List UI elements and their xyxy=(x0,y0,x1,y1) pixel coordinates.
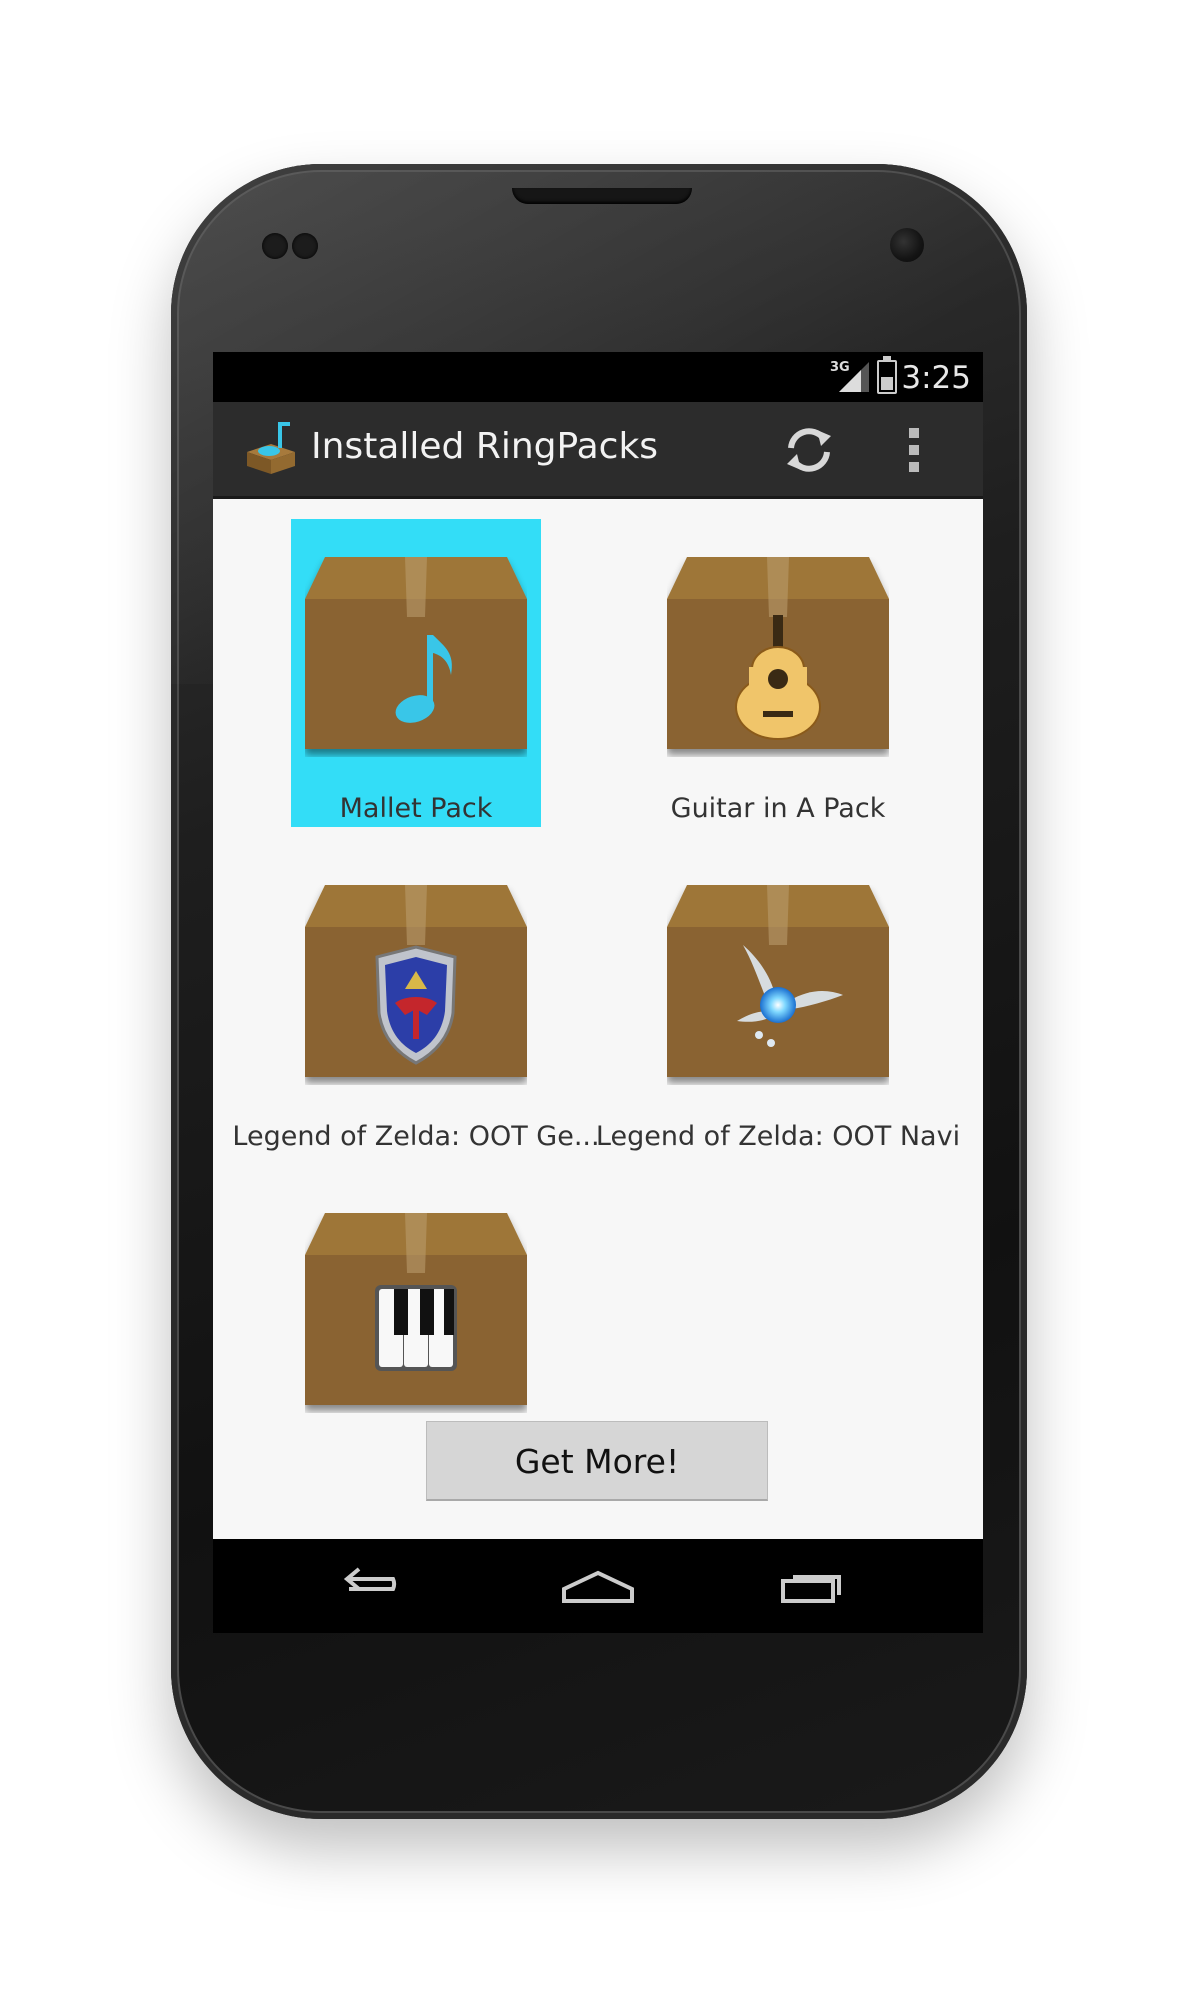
screen: 3G 3:25 Installed RingPacks Mallet Pack … xyxy=(213,352,983,1633)
ringpack-box xyxy=(305,557,527,749)
app-logo-icon[interactable] xyxy=(241,418,301,478)
status-time: 3:25 xyxy=(901,360,971,396)
signal-icon xyxy=(839,362,869,392)
navigation-bar xyxy=(213,1539,983,1633)
ringpack-label: Legend of Zelda: OOT Navi xyxy=(595,1121,961,1152)
ringpack-box xyxy=(305,1213,527,1405)
battery-icon xyxy=(877,360,897,394)
ringpack-label: Legend of Zelda: OOT Ge... xyxy=(232,1121,600,1152)
ringpack-item-guitar-pack[interactable]: Guitar in A Pack xyxy=(653,519,903,827)
page-title: Installed RingPacks xyxy=(311,426,659,467)
get-more-button[interactable]: Get More! xyxy=(426,1421,768,1501)
action-bar: Installed RingPacks xyxy=(213,402,983,499)
proximity-sensor xyxy=(262,233,288,259)
ringpack-grid: Mallet Pack Guitar in A Pack Legend of Z… xyxy=(213,499,983,1539)
ringpack-label: Guitar in A Pack xyxy=(670,793,886,824)
status-bar: 3G 3:25 xyxy=(213,352,983,402)
overflow-menu-icon[interactable] xyxy=(899,422,929,478)
ringpack-box xyxy=(667,557,889,749)
ringpack-box xyxy=(305,885,527,1077)
recents-icon[interactable] xyxy=(773,1559,853,1615)
refresh-icon[interactable] xyxy=(781,422,837,478)
home-icon[interactable] xyxy=(558,1559,638,1615)
ringpack-box xyxy=(667,885,889,1077)
earpiece-speaker xyxy=(512,188,692,204)
ringpack-item-zelda-oot-ge[interactable]: Legend of Zelda: OOT Ge... xyxy=(232,847,600,1155)
light-sensor xyxy=(292,233,318,259)
ringpack-item-zelda-oot-navi[interactable]: Legend of Zelda: OOT Navi xyxy=(596,847,960,1155)
ringpack-label: Mallet Pack xyxy=(339,793,493,824)
ringpack-item-mallet-pack[interactable]: Mallet Pack xyxy=(291,519,541,827)
back-icon[interactable] xyxy=(331,1559,411,1615)
front-camera xyxy=(890,228,924,262)
piano-keys-icon xyxy=(375,1285,457,1371)
